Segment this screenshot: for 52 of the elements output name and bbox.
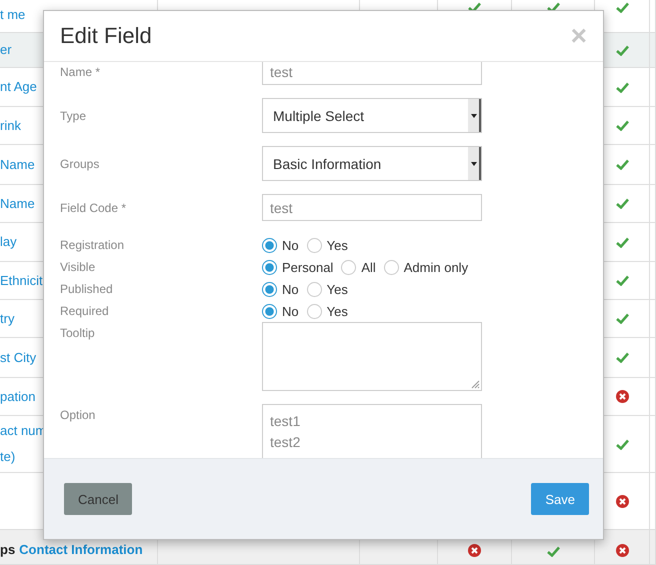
select-field[interactable]: Basic Information — [262, 146, 482, 181]
field-label: Groups — [60, 156, 100, 170]
field-name-link[interactable]: Name — [0, 152, 35, 178]
field-name-link[interactable]: t me — [0, 2, 26, 28]
field-name-link[interactable]: Name — [0, 190, 35, 216]
radio-label: Personal — [282, 260, 334, 274]
field-name-link[interactable]: nt Age — [0, 74, 37, 100]
field-label: Required — [60, 304, 110, 318]
radio-button[interactable] — [306, 282, 322, 296]
radio-button[interactable] — [262, 304, 277, 318]
field-name-link[interactable]: lay — [0, 229, 17, 255]
dialog-title: Edit Field — [60, 23, 152, 49]
field-name-link[interactable]: st City — [0, 344, 36, 370]
radio-button[interactable] — [262, 238, 277, 252]
field-label: Published — [60, 282, 114, 296]
text-field[interactable]: test — [262, 62, 482, 85]
radio-button[interactable] — [262, 260, 277, 274]
field-name-link[interactable]: rink — [0, 112, 21, 138]
radio-label: Yes — [326, 282, 348, 296]
field-name-link[interactable]: pation — [0, 384, 36, 410]
field-label: Registration — [60, 238, 126, 252]
field-label: Type — [60, 108, 88, 122]
radio-label: Yes — [326, 238, 348, 252]
save-button[interactable]: Save — [531, 483, 589, 515]
field-label: Name * — [60, 64, 102, 78]
field-label: Tooltip — [60, 325, 96, 340]
resize-grip-icon — [470, 379, 480, 389]
radio-label: No — [282, 282, 299, 296]
group-label: ps — [0, 542, 16, 557]
field-label: Visible — [60, 260, 96, 274]
caret-icon — [468, 99, 481, 132]
radio-button[interactable] — [341, 260, 356, 274]
radio-label: Admin only — [404, 260, 468, 274]
text-area[interactable] — [262, 322, 482, 391]
field-name-link[interactable]: Ethnicit — [0, 268, 43, 294]
field-name-link[interactable]: er — [0, 37, 12, 63]
field-label: Option — [60, 407, 96, 422]
field-name-link[interactable]: try — [0, 306, 14, 332]
radio-button[interactable] — [384, 260, 399, 274]
caret-icon — [468, 147, 481, 180]
radio-label: No — [282, 238, 299, 252]
field-name-link[interactable]: Contact Information — [19, 542, 143, 557]
cancel-button[interactable]: Cancel — [64, 483, 132, 515]
radio-button[interactable] — [306, 238, 322, 252]
select-field[interactable]: Multiple Select — [262, 98, 482, 133]
text-field[interactable]: test — [262, 194, 482, 221]
field-label: Field Code * — [60, 200, 128, 214]
radio-label: All — [361, 260, 376, 274]
radio-label: No — [282, 304, 299, 318]
radio-label: Yes — [326, 304, 348, 318]
radio-button[interactable] — [306, 304, 322, 318]
radio-button[interactable] — [262, 282, 277, 296]
